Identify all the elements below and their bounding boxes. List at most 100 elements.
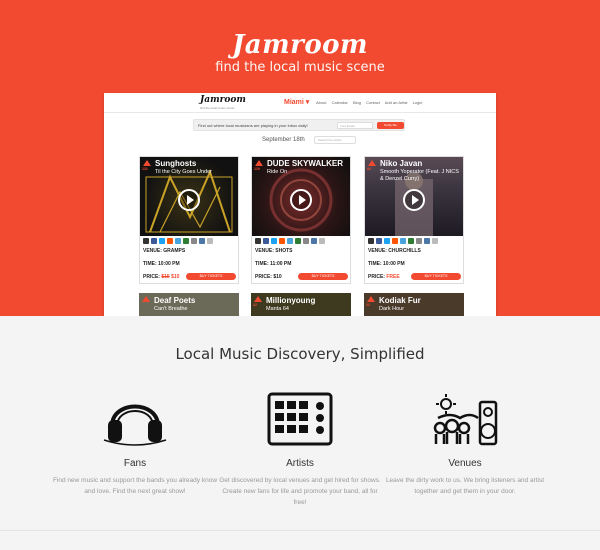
album-art: 121 Sunghosts Til the City Goes Under xyxy=(140,157,238,236)
nav-blog[interactable]: Blog xyxy=(353,100,361,105)
event-card[interactable]: 42 Millionyoung Manta 64 xyxy=(251,293,351,316)
play-icon[interactable] xyxy=(403,189,425,211)
link-icon[interactable] xyxy=(416,238,422,244)
upvote-icon[interactable] xyxy=(254,296,262,302)
feature-text: Leave the dirty work to us. We bring lis… xyxy=(385,477,545,495)
artist-name[interactable]: Millionyoung xyxy=(266,296,315,305)
signup-button[interactable]: Notify Me xyxy=(377,122,404,129)
song-title: Can't Breathe xyxy=(154,306,188,312)
event-card[interactable]: 23 Kodiak Fur Dark Hour xyxy=(364,293,464,316)
signup-text: Find out where local musicians are playi… xyxy=(198,123,308,128)
soundcloud-icon[interactable] xyxy=(392,238,398,244)
artist-name[interactable]: Niko Javan xyxy=(380,159,422,168)
album-art: 84 Niko Javan Smooth Yoperator (Feat. J … xyxy=(365,157,463,236)
artist-name[interactable]: DUDE SKYWALKER xyxy=(267,159,343,168)
spotify-icon[interactable] xyxy=(183,238,189,244)
artist-name[interactable]: Sunghosts xyxy=(155,159,196,168)
myspace-icon[interactable] xyxy=(424,238,430,244)
nav-login[interactable]: Login xyxy=(413,100,423,105)
venue: VENUE: CHURCHILLS xyxy=(368,248,421,254)
artist-name[interactable]: Deaf Poets xyxy=(154,296,195,305)
song-title: Manta 64 xyxy=(266,306,289,312)
feature-artists: Artists Get discovered by local venues a… xyxy=(215,388,385,508)
artist-name[interactable]: Kodiak Fur xyxy=(379,296,421,305)
soundcloud-icon[interactable] xyxy=(279,238,285,244)
email-icon[interactable] xyxy=(432,238,438,244)
buy-tickets-button[interactable]: BUY TICKETS xyxy=(411,273,461,280)
feature-title: Artists xyxy=(286,458,314,469)
price-value: $10 xyxy=(171,274,180,280)
bandcamp-icon[interactable] xyxy=(400,238,406,244)
price: PRICE: $10 xyxy=(255,274,282,280)
email-icon[interactable] xyxy=(319,238,325,244)
event-card[interactable]: 84 Niko Javan Smooth Yoperator (Feat. J … xyxy=(364,156,464,284)
feature-venues: Venues Leave the dirty work to us. We br… xyxy=(380,388,550,497)
brand-logo[interactable]: Jamroom xyxy=(0,30,600,60)
event-date: September 18th xyxy=(262,137,305,143)
preview-nav: About Calendar Blog Contact Add an Artis… xyxy=(316,100,426,105)
song-title: Til the City Goes Under xyxy=(155,169,212,175)
event-card[interactable]: 121 Sunghosts Til the City Goes Under VE… xyxy=(139,156,239,284)
upvote-icon[interactable] xyxy=(255,160,263,166)
feature-title: Fans xyxy=(123,458,147,469)
spotify-icon[interactable] xyxy=(295,238,301,244)
share-icon[interactable] xyxy=(255,238,261,244)
share-icons xyxy=(143,238,237,244)
drum-machine-icon xyxy=(267,392,333,446)
price-label: PRICE: xyxy=(255,274,272,280)
myspace-icon[interactable] xyxy=(199,238,205,244)
event-card[interactable]: 129 DUDE SKYWALKER Ride On VENUE: SHOTS … xyxy=(251,156,351,284)
upvote-icon[interactable] xyxy=(368,160,376,166)
link-icon[interactable] xyxy=(191,238,197,244)
signup-email-input[interactable]: Your Email xyxy=(337,122,373,129)
facebook-icon[interactable] xyxy=(263,238,269,244)
song-title: Dark Hour xyxy=(379,306,405,312)
twitter-icon[interactable] xyxy=(271,238,277,244)
nav-calendar[interactable]: Calendar xyxy=(332,100,348,105)
bandcamp-icon[interactable] xyxy=(175,238,181,244)
price: PRICE: $15 $10 xyxy=(143,274,179,280)
email-icon[interactable] xyxy=(207,238,213,244)
upvote-icon[interactable] xyxy=(367,296,375,302)
play-icon[interactable] xyxy=(178,189,200,211)
song-title: Smooth Yoperator (Feat. J NICS & Denzel … xyxy=(380,169,459,182)
share-icon[interactable] xyxy=(368,238,374,244)
preview-logo[interactable]: Jamroom xyxy=(200,95,246,105)
vote-count: 23 xyxy=(366,303,370,307)
link-icon[interactable] xyxy=(303,238,309,244)
artist-search-input[interactable]: Search the artists xyxy=(314,136,356,144)
feature-title: Venues xyxy=(448,458,482,469)
time: TIME: 10:00 PM xyxy=(143,261,180,267)
upvote-icon[interactable] xyxy=(143,160,151,166)
section-divider xyxy=(0,530,600,531)
facebook-icon[interactable] xyxy=(376,238,382,244)
facebook-icon[interactable] xyxy=(151,238,157,244)
feature-text: Get discovered by local venues and get h… xyxy=(219,477,381,506)
city-selector[interactable]: Miami ▾ xyxy=(284,98,309,106)
bandcamp-icon[interactable] xyxy=(287,238,293,244)
preview-navbar: Jamroom find the local music scene Miami… xyxy=(104,93,496,113)
myspace-icon[interactable] xyxy=(311,238,317,244)
tagline: find the local music scene xyxy=(215,60,385,75)
time: TIME: 10:00 PM xyxy=(368,261,405,267)
nav-contact[interactable]: Contact xyxy=(366,100,380,105)
twitter-icon[interactable] xyxy=(159,238,165,244)
twitter-icon[interactable] xyxy=(384,238,390,244)
soundcloud-icon[interactable] xyxy=(167,238,173,244)
price: PRICE: FREE xyxy=(368,274,400,280)
share-icon[interactable] xyxy=(143,238,149,244)
buy-tickets-button[interactable]: BUY TICKETS xyxy=(298,273,348,280)
price-label: PRICE: xyxy=(143,274,160,280)
feature-fans: Fans Find new music and support the band… xyxy=(50,388,220,497)
site-preview: Jamroom find the local music scene Miami… xyxy=(104,93,496,316)
share-icons xyxy=(255,238,349,244)
spotify-icon[interactable] xyxy=(408,238,414,244)
buy-tickets-button[interactable]: BUY TICKETS xyxy=(186,273,236,280)
venue: VENUE: SHOTS xyxy=(255,248,293,254)
play-icon[interactable] xyxy=(290,189,312,211)
venue: VENUE: GRAMPS xyxy=(143,248,186,254)
nav-add-artist[interactable]: Add an Artist xyxy=(385,100,408,105)
event-card[interactable]: Deaf Poets Can't Breathe xyxy=(139,293,239,316)
nav-about[interactable]: About xyxy=(316,100,326,105)
upvote-icon[interactable] xyxy=(142,296,150,302)
